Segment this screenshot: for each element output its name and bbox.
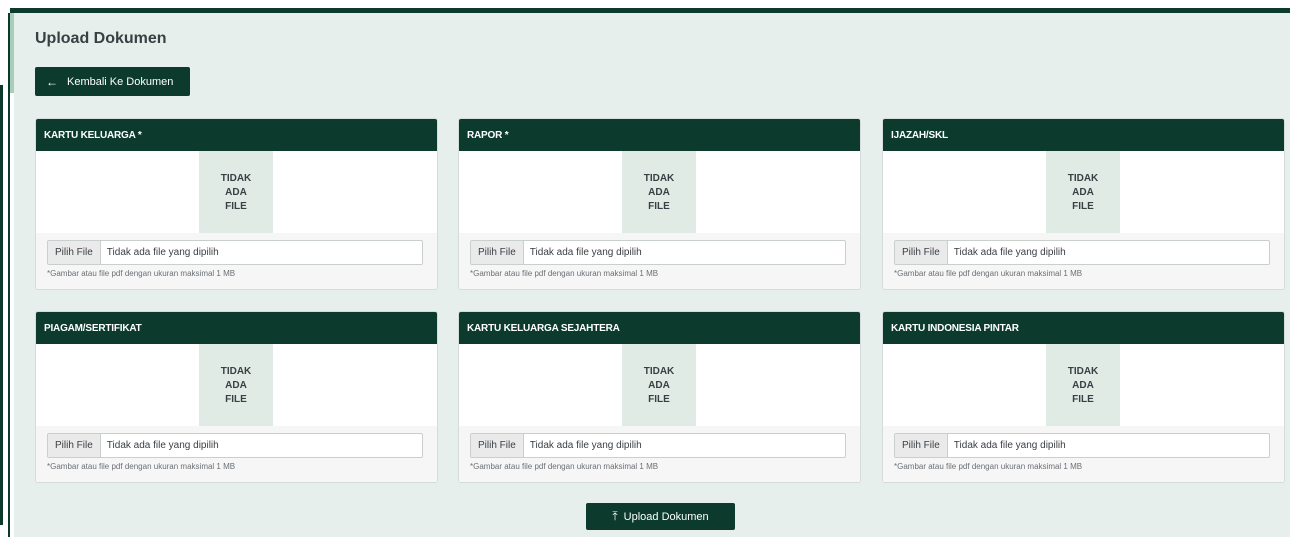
card-kartu-keluarga-sejahtera: KARTU KELUARGA SEJAHTERA TIDAK ADA FILE …: [458, 311, 861, 483]
file-input[interactable]: Pilih File Tidak ada file yang dipilih: [470, 433, 846, 458]
file-input[interactable]: Pilih File Tidak ada file yang dipilih: [894, 433, 1270, 458]
upload-document-button[interactable]: ⤒ Upload Dokumen: [586, 503, 735, 530]
back-button-label: Kembali Ke Dokumen: [67, 75, 174, 88]
no-file-placeholder: TIDAK ADA FILE: [1046, 344, 1120, 426]
card-title: RAPOR *: [459, 119, 860, 151]
no-file-text-3: FILE: [1072, 201, 1094, 212]
file-hint: *Gambar atau file pdf dengan ukuran maks…: [470, 269, 659, 278]
card-title: PIAGAM/SERTIFIKAT: [36, 312, 437, 344]
no-file-text-1: TIDAK: [220, 366, 252, 377]
no-file-text-3: FILE: [225, 394, 247, 405]
left-edge-bar: [0, 85, 3, 525]
card-body: TIDAK ADA FILE Pilih File Tidak ada file…: [459, 344, 860, 482]
upload-icon: ⤒: [612, 509, 618, 523]
no-file-text-3: FILE: [648, 394, 670, 405]
card-title: IJAZAH/SKL: [883, 119, 1284, 151]
file-hint: *Gambar atau file pdf dengan ukuran maks…: [894, 269, 1083, 278]
no-file-text-2: ADA: [1072, 187, 1094, 198]
choose-file-button[interactable]: Pilih File: [471, 434, 524, 457]
no-file-text-2: ADA: [225, 187, 247, 198]
file-status: Tidak ada file yang dipilih: [953, 440, 1066, 451]
file-status: Tidak ada file yang dipilih: [529, 440, 642, 451]
no-file-text-3: FILE: [225, 201, 247, 212]
no-file-text-1: TIDAK: [220, 173, 252, 184]
upload-button-label: Upload Dokumen: [623, 510, 709, 523]
panel-accent: [10, 13, 14, 93]
no-file-placeholder: TIDAK ADA FILE: [1046, 151, 1120, 233]
card-ijazah-skl: IJAZAH/SKL TIDAK ADA FILE Pilih File Tid…: [882, 118, 1285, 290]
file-hint: *Gambar atau file pdf dengan ukuran maks…: [470, 462, 659, 471]
no-file-text-2: ADA: [225, 380, 247, 391]
file-input[interactable]: Pilih File Tidak ada file yang dipilih: [47, 240, 423, 265]
file-status: Tidak ada file yang dipilih: [953, 247, 1066, 258]
no-file-text-1: TIDAK: [643, 366, 675, 377]
no-file-text-2: ADA: [648, 380, 670, 391]
choose-file-button[interactable]: Pilih File: [48, 434, 101, 457]
no-file-text-3: FILE: [1072, 394, 1094, 405]
top-bar: [0, 0, 1297, 13]
no-file-text-1: TIDAK: [1067, 173, 1099, 184]
choose-file-button[interactable]: Pilih File: [471, 241, 524, 264]
file-input[interactable]: Pilih File Tidak ada file yang dipilih: [470, 240, 846, 265]
file-hint: *Gambar atau file pdf dengan ukuran maks…: [894, 462, 1083, 471]
left-edge: [0, 0, 10, 537]
card-body: TIDAK ADA FILE Pilih File Tidak ada file…: [883, 151, 1284, 289]
card-piagam-sertifikat: PIAGAM/SERTIFIKAT TIDAK ADA FILE Pilih F…: [35, 311, 438, 483]
card-title: KARTU KELUARGA *: [36, 119, 437, 151]
file-status: Tidak ada file yang dipilih: [106, 247, 219, 258]
arrow-left-icon: ←: [46, 74, 58, 89]
file-input[interactable]: Pilih File Tidak ada file yang dipilih: [894, 240, 1270, 265]
card-kartu-indonesia-pintar: KARTU INDONESIA PINTAR TIDAK ADA FILE Pi…: [882, 311, 1285, 483]
file-status: Tidak ada file yang dipilih: [529, 247, 642, 258]
card-title: KARTU KELUARGA SEJAHTERA: [459, 312, 860, 344]
card-kartu-keluarga: KARTU KELUARGA * TIDAK ADA FILE Pilih Fi…: [35, 118, 438, 290]
file-hint: *Gambar atau file pdf dengan ukuran maks…: [47, 269, 236, 278]
choose-file-button[interactable]: Pilih File: [48, 241, 101, 264]
no-file-placeholder: TIDAK ADA FILE: [622, 344, 696, 426]
card-body: TIDAK ADA FILE Pilih File Tidak ada file…: [883, 344, 1284, 482]
no-file-placeholder: TIDAK ADA FILE: [199, 151, 273, 233]
no-file-text-2: ADA: [648, 187, 670, 198]
card-rapor: RAPOR * TIDAK ADA FILE Pilih File Tidak …: [458, 118, 861, 290]
card-body: TIDAK ADA FILE Pilih File Tidak ada file…: [36, 151, 437, 289]
choose-file-button[interactable]: Pilih File: [895, 434, 948, 457]
no-file-text-2: ADA: [1072, 380, 1094, 391]
page-title: Upload Dokumen: [35, 30, 167, 47]
choose-file-button[interactable]: Pilih File: [895, 241, 948, 264]
back-to-documents-button[interactable]: ← Kembali Ke Dokumen: [35, 67, 190, 96]
no-file-placeholder: TIDAK ADA FILE: [622, 151, 696, 233]
card-body: TIDAK ADA FILE Pilih File Tidak ada file…: [36, 344, 437, 482]
no-file-text-1: TIDAK: [643, 173, 675, 184]
file-input[interactable]: Pilih File Tidak ada file yang dipilih: [47, 433, 423, 458]
no-file-text-1: TIDAK: [1067, 366, 1099, 377]
no-file-text-3: FILE: [648, 201, 670, 212]
card-title: KARTU INDONESIA PINTAR: [883, 312, 1284, 344]
card-body: TIDAK ADA FILE Pilih File Tidak ada file…: [459, 151, 860, 289]
file-status: Tidak ada file yang dipilih: [106, 440, 219, 451]
file-hint: *Gambar atau file pdf dengan ukuran maks…: [47, 462, 236, 471]
no-file-placeholder: TIDAK ADA FILE: [199, 344, 273, 426]
